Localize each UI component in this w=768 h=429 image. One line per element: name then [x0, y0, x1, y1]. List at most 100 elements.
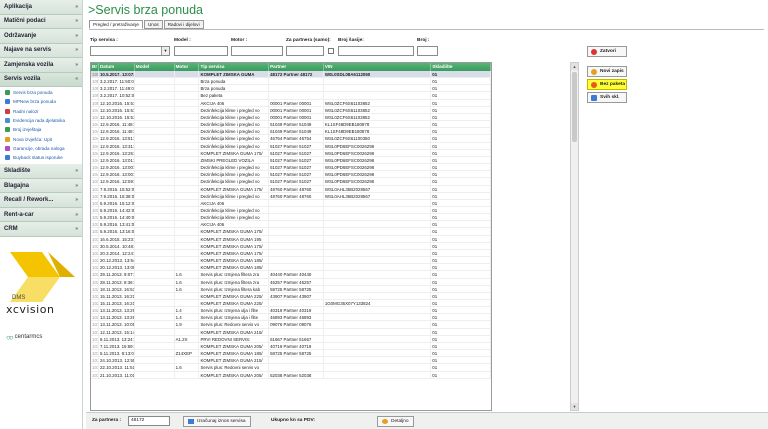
sidebar-item[interactable]: Zamjenska vozila »	[0, 58, 82, 73]
scroll-up-icon[interactable]: ▲	[571, 63, 578, 70]
motor-input[interactable]	[231, 46, 283, 56]
table-row[interactable]: 10387.9.2016. 15:52:00 KOMPLET ZIMSKA GUM…	[91, 185, 491, 193]
submenu-item[interactable]: Nova izvješća: Upit	[0, 134, 82, 143]
table-row[interactable]: 102113.11.2013. 13:29:0 ASTRA G 1.4Servis…	[91, 307, 491, 315]
svi-skladista-button[interactable]: Svih skl.	[587, 92, 627, 103]
grid-scrollbar[interactable]: ▲ ▼	[570, 62, 579, 411]
sidebar-item[interactable]: Aplikacija »	[0, 0, 82, 15]
table-row[interactable]: 103116.6.2015. 15:23:00 KOMPLET ZIMSKA GU…	[91, 235, 491, 243]
tab-radovi-dijelovi[interactable]: Radovi i dijelovi	[163, 20, 204, 29]
table-row[interactable]: 102820.12.2013. 13:54:0 KOMPLET ZIMSKA GU…	[91, 257, 491, 265]
table-row[interactable]: 102013.11.2013. 13:26:0 ASTRA G 1.4Servis…	[91, 314, 491, 322]
submenu-item[interactable]: MPNew brza ponuda	[0, 97, 82, 106]
table-row[interactable]: 101913.11.2013. 10:05:0 VECTRA C 1.9Servi…	[91, 321, 491, 329]
broj-input[interactable]	[417, 46, 438, 56]
submenu-item[interactable]: Radni nalozi	[0, 107, 82, 116]
column-header[interactable]: Motor	[175, 63, 200, 71]
table-row[interactable]: 103912.9.2016. 12:59:00 Dezinfekcija klim…	[91, 178, 491, 186]
table-row[interactable]: 104012.9.2016. 13:00:00 Dezinfekcija klim…	[91, 171, 491, 179]
table-row[interactable]: 10513.2.2017. 10:52:00 Bez paketa 01	[91, 92, 491, 100]
table-row[interactable]: 102629.11.2013. 9:07:00 ASTRA H 1.6Servis…	[91, 271, 491, 279]
tip-servisa-select[interactable]: ▼	[90, 46, 170, 56]
table-row[interactable]: 10325.9.2016. 13:16:00 KOMPLET ZIMSKA GUM…	[91, 228, 491, 236]
table-row[interactable]: 10178.11.2013. 13:24:00 CORSA A1.2XPRVI R…	[91, 335, 491, 343]
detaljno-button[interactable]: Detaljno	[377, 416, 414, 427]
expand-icon[interactable]: »	[75, 18, 78, 24]
model-input[interactable]	[174, 46, 228, 56]
expand-icon[interactable]: »	[75, 197, 78, 203]
table-row[interactable]: 10355.9.2016. 14:42:00 Dezinfekcija klime…	[91, 206, 491, 215]
table-row[interactable]: 102720.12.2013. 13:09:0 KOMPLET ZIMSKA GU…	[91, 264, 491, 272]
column-header[interactable]: Partner	[269, 63, 324, 71]
table-row[interactable]: 102418.11.2013. 16:53:0 ASTRA H 1.6Servis…	[91, 285, 491, 293]
expand-icon[interactable]: »	[75, 4, 78, 10]
table-row[interactable]: 104212.9.2016. 13:01:00 ZIMSKI PREGLED VO…	[91, 156, 491, 165]
partner-filter-input[interactable]	[286, 46, 324, 56]
expand-icon[interactable]: »	[75, 212, 78, 218]
table-row[interactable]: 10365.9.2016. 15:12:00 AKCIJA 406 01	[91, 199, 491, 207]
table-row[interactable]: 105012.10.2016. 15:51:0 AKCIJA 40600001 P…	[91, 99, 491, 107]
table-row[interactable]: 105410.5.2017. 13:07:00 KOMPLET ZIMSKA GU…	[91, 71, 491, 79]
scroll-down-icon[interactable]: ▼	[571, 403, 578, 410]
table-row[interactable]: 101221.10.2013. 11:01:0 KOMPLET ZIMSKA GU…	[91, 371, 491, 379]
table-row[interactable]: 10167.11.2013. 15:59:00 KOMPLET ZIMSKA GU…	[91, 342, 491, 351]
table-row[interactable]: 104512.9.2016. 13:51:00 Dezinfekcija klim…	[91, 135, 491, 143]
expand-icon[interactable]: »	[75, 62, 78, 68]
table-row[interactable]: 10345.9.2016. 14:40:00 Dezinfekcija klime…	[91, 214, 491, 222]
expand-icon[interactable]: »	[75, 226, 78, 232]
table-row[interactable]: 101812.11.2013. 15:14:0 KOMPLET ZIMSKA GU…	[91, 328, 491, 336]
submenu-item[interactable]: Buyback status isporuke	[0, 153, 82, 162]
expand-icon[interactable]: »	[75, 183, 78, 189]
table-row[interactable]: 102315.11.2013. 16:21:0 KOMPLET ZIMSKA GU…	[91, 292, 491, 300]
scroll-thumb[interactable]	[572, 72, 577, 142]
sidebar-item[interactable]: Najave na servis »	[0, 43, 82, 58]
submenu-item[interactable]: Garancije, obrada naloga	[0, 144, 82, 153]
table-row[interactable]: 104312.9.2016. 13:25:00 KOMPLET ZIMSKA GU…	[91, 149, 491, 157]
sidebar-item[interactable]: CRM »	[0, 222, 82, 237]
za-partnera-input[interactable]: 48172	[128, 416, 170, 426]
column-header[interactable]: VIN	[324, 63, 432, 71]
column-header[interactable]: Datum	[99, 63, 135, 71]
table-row[interactable]: 101424.10.2013. 12:55:0 KOMPLET ZIMSKA GU…	[91, 357, 491, 365]
table-row[interactable]: 102920.3.2014. 12:24:00 KOMPLET ZIMSKA GU…	[91, 249, 491, 258]
table-row[interactable]: 10523.2.2017. 11:49:00 Brza ponuda 01	[91, 85, 491, 93]
table-row[interactable]: 104912.10.2016. 15:51:0 Dezinfekcija klim…	[91, 106, 491, 114]
submenu-item[interactable]: Servis brza ponuda	[0, 88, 82, 97]
table-row[interactable]: 10335.9.2016. 13:41:00 AKCIJA 406 01	[91, 221, 491, 229]
partner-only-checkbox[interactable]	[328, 48, 334, 54]
table-row[interactable]: 10377.9.2016. 15:38:00 Dezinfekcija klime…	[91, 192, 491, 200]
collapse-icon[interactable]: «	[75, 76, 78, 82]
sidebar-item[interactable]: Recall / Rework... »	[0, 193, 82, 208]
bez-paketa-button[interactable]: Bez paketa	[587, 79, 627, 90]
column-header[interactable]: Skladište	[431, 63, 491, 71]
sidebar-item[interactable]: Matični podaci »	[0, 14, 82, 29]
table-row[interactable]: 102528.11.2013. 8:36:00 ASTRA H 1.6Servis…	[91, 278, 491, 286]
izracunaj-button[interactable]: Izračunaj iznos servisa	[183, 416, 251, 427]
tab-unos[interactable]: Unos	[143, 20, 163, 29]
sidebar-item[interactable]: Servis vozila «	[0, 72, 82, 87]
sidebar-item[interactable]: Skladište »	[0, 164, 82, 179]
table-row[interactable]: 104612.9.2016. 11:48:00 Dezinfekcija klim…	[91, 128, 491, 136]
table-row[interactable]: 101322.10.2013. 11:51:0 ASTRA H 1.6Servis…	[91, 364, 491, 372]
table-row[interactable]: 102215.11.2013. 16:21:0 KOMPLET ZIMSKA GU…	[91, 300, 491, 308]
table-row[interactable]: 104812.10.2016. 15:51:0 Dezinfekcija klim…	[91, 113, 491, 122]
zatvori-button[interactable]: Zatvori	[587, 46, 627, 57]
submenu-item[interactable]: Evidencija rada djelatnika	[0, 116, 82, 125]
table-row[interactable]: 103030.5.2014. 10:48:00 KOMPLET ZIMSKA GU…	[91, 242, 491, 250]
sidebar-item[interactable]: Održavanje »	[0, 29, 82, 44]
table-row[interactable]: 10155.11.2013. 8:13:00 ASTRA G Z14XEPKOMP…	[91, 350, 491, 358]
novi-zapis-button[interactable]: Novi zapis	[587, 66, 627, 77]
sidebar-item[interactable]: Rent-a-car »	[0, 207, 82, 223]
table-row[interactable]: 104712.9.2016. 11:48:00 Dezinfekcija klim…	[91, 121, 491, 129]
column-header[interactable]: Model	[135, 63, 175, 71]
table-row[interactable]: 10533.2.2017. 11:50:00 Brza ponuda 01	[91, 78, 491, 86]
column-header[interactable]: Tip servisa	[199, 63, 270, 71]
expand-icon[interactable]: »	[75, 33, 78, 39]
sidebar-item[interactable]: Blagajna »	[0, 178, 82, 194]
expand-icon[interactable]: »	[75, 47, 78, 53]
tab-pregled[interactable]: Pregled / pretraživanje	[89, 20, 143, 29]
expand-icon[interactable]: »	[75, 168, 78, 174]
column-header[interactable]: Br	[91, 63, 99, 71]
table-row[interactable]: 104412.9.2016. 13:31:00 Dezinfekcija klim…	[91, 142, 491, 150]
submenu-item[interactable]: Broj izvještaja	[0, 125, 82, 134]
